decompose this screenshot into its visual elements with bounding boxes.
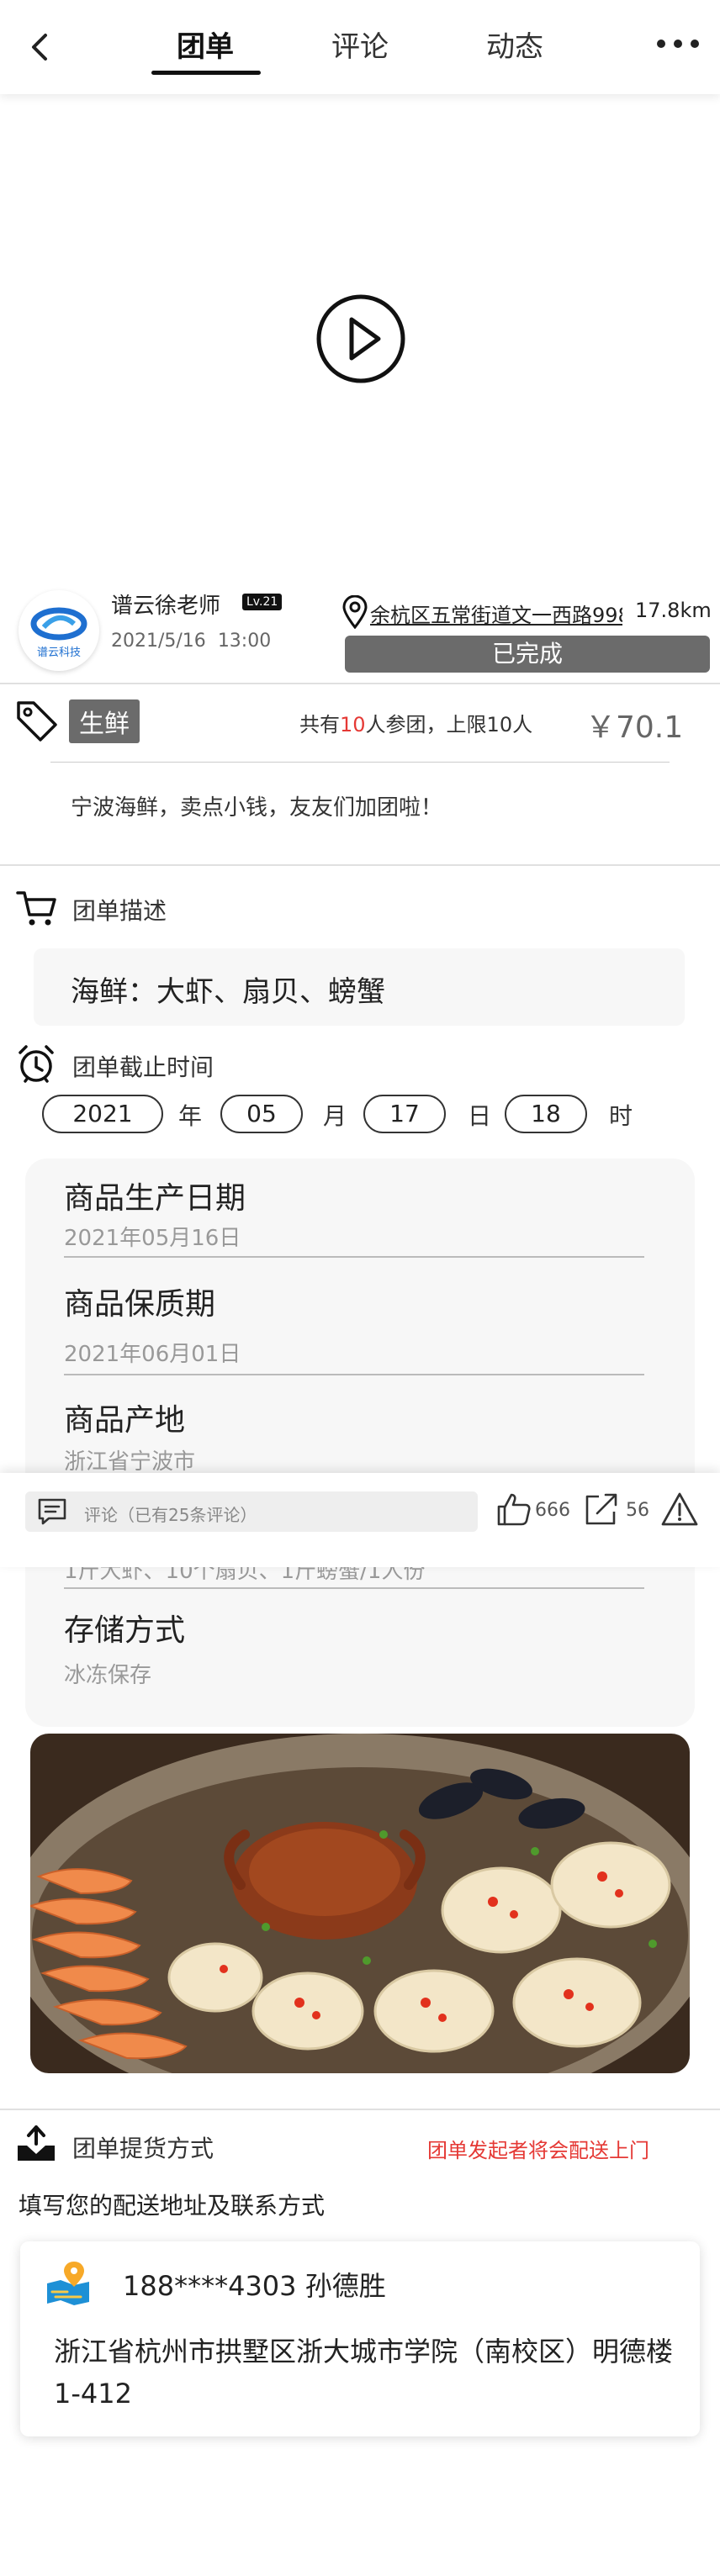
category-badge: 生鲜 — [69, 699, 140, 743]
tab-comments[interactable]: 评论 — [331, 24, 389, 65]
delivery-box-icon — [18, 2125, 55, 2161]
avatar[interactable]: 谱云科技 — [19, 590, 99, 671]
play-icon[interactable] — [315, 293, 407, 385]
year-unit: 年 — [178, 1102, 203, 1130]
info-value: 浙江省宁波市 — [64, 1449, 196, 1475]
section-title-deadline: 团单截止时间 — [72, 1053, 214, 1081]
tab-group-order[interactable]: 团单 — [177, 24, 234, 65]
description-content: 海鲜：大虾、扇贝、螃蟹 — [71, 975, 385, 1009]
participant-count: 共有10人参团，上限10人 — [299, 713, 533, 736]
group-description: 宁波海鲜，卖点小钱，友友们加团啦！ — [71, 795, 443, 821]
deadline-day-field[interactable]: 17 — [363, 1095, 446, 1133]
location-pin-icon — [342, 595, 368, 629]
info-label: 存储方式 — [64, 1613, 186, 1648]
seafood-platter-image — [30, 1734, 690, 2073]
tag-icon — [17, 701, 57, 742]
divider — [64, 1374, 644, 1375]
top-nav-bar: 团单 评论 动态 — [0, 0, 720, 94]
status-button[interactable]: 已完成 — [345, 636, 710, 673]
contact-info: 188****4303 孙德胜 — [123, 2270, 386, 2302]
comment-placeholder: 评论（已有25条评论） — [84, 1505, 257, 1525]
info-label: 商品保质期 — [64, 1287, 216, 1322]
deadline-hour-field[interactable]: 18 — [505, 1095, 587, 1133]
brand-logo-text: 谱云科技 — [37, 647, 81, 659]
divider — [64, 1587, 644, 1589]
month-unit: 月 — [323, 1102, 347, 1130]
cart-icon — [16, 891, 56, 926]
hour-unit: 时 — [609, 1102, 633, 1130]
info-label: 商品生产日期 — [64, 1181, 246, 1216]
map-location-icon — [47, 2262, 89, 2305]
info-value: 冰冻保存 — [64, 1663, 152, 1688]
description-box: 海鲜：大虾、扇贝、螃蟹 — [34, 948, 685, 1026]
pickup-note: 团单发起者将会配送上门 — [427, 2139, 649, 2162]
author-name[interactable]: 谱云徐老师 — [111, 589, 220, 620]
section-title-pickup: 团单提货方式 — [72, 2135, 214, 2162]
tab-activity[interactable]: 动态 — [486, 24, 543, 65]
price: ￥70.1 — [585, 710, 684, 745]
deadline-year-field[interactable]: 2021 — [42, 1095, 163, 1133]
deadline-month-field[interactable]: 05 — [220, 1095, 303, 1133]
divider — [64, 1256, 644, 1258]
info-value: 2021年05月16日 — [64, 1226, 241, 1251]
level-badge: Lv.21 — [242, 594, 283, 610]
share-count: 56 — [626, 1500, 649, 1521]
location-link[interactable]: 余杭区五常街道文一西路998号 — [370, 599, 622, 628]
distance: 17.8km — [635, 599, 712, 622]
delivery-address: 浙江省杭州市拱墅区浙大城市学院（南校区）明德楼1-412 — [54, 2336, 674, 2410]
product-photo — [30, 1734, 690, 2073]
info-label: 商品产地 — [64, 1403, 186, 1438]
divider — [0, 2109, 720, 2110]
active-tab-indicator — [151, 71, 261, 75]
warning-icon[interactable] — [661, 1491, 698, 1527]
more-icon[interactable] — [656, 39, 700, 49]
divider — [0, 864, 720, 866]
divider — [0, 683, 720, 684]
back-icon[interactable] — [24, 30, 57, 64]
divider — [50, 762, 670, 763]
share-icon[interactable] — [584, 1491, 619, 1527]
thumbs-up-icon[interactable] — [496, 1491, 532, 1527]
section-title-description: 团单描述 — [72, 897, 167, 925]
day-unit: 日 — [468, 1102, 492, 1130]
info-value: 2021年06月01日 — [64, 1342, 241, 1367]
address-hint: 填写您的配送地址及联系方式 — [19, 2192, 326, 2220]
comment-icon — [38, 1498, 66, 1525]
like-count: 666 — [535, 1500, 570, 1521]
brand-logo-icon: 谱云科技 — [30, 607, 87, 659]
alarm-clock-icon — [19, 1045, 54, 1083]
post-timestamp: 2021/5/16 13:00 — [111, 631, 272, 652]
